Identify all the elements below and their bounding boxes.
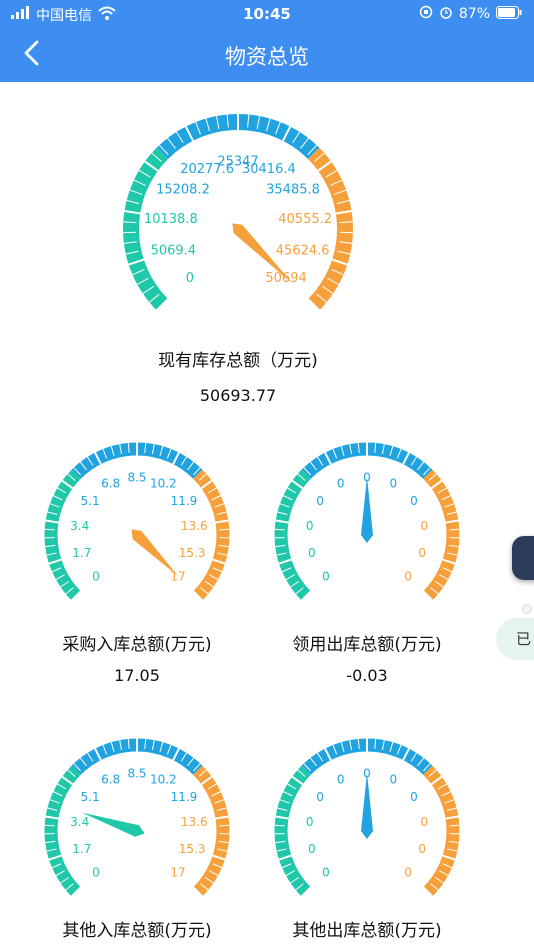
- gauge-tick: [219, 824, 230, 827]
- gauge-tick-label: 0: [92, 865, 100, 879]
- gauge-tick-label: 5069.4: [151, 244, 197, 259]
- gauge-tick-label: 11.9: [171, 790, 198, 804]
- floating-assistant-button[interactable]: [512, 536, 534, 580]
- gauge-band-low: [274, 765, 311, 897]
- gauge-tick-label: 8.5: [127, 470, 146, 484]
- gauge-tick-label: 3.4: [70, 519, 89, 533]
- status-bar: 中国电信 10:45 87%: [0, 0, 534, 28]
- gauge-tick-label: 0: [420, 519, 428, 533]
- gauge-band-low: [123, 147, 169, 311]
- gauge-tick-label: 0: [308, 546, 316, 560]
- gauge-needle: [361, 773, 373, 839]
- gauge-tick-label: 30416.4: [242, 162, 296, 177]
- gauge-tick-label: 8.5: [127, 766, 146, 780]
- page-title: 物资总览: [225, 45, 309, 69]
- gauge-tick-label: 6.8: [101, 773, 120, 787]
- gauge-tick: [449, 824, 460, 827]
- gauge-tick-label: 0: [418, 546, 426, 560]
- gauge-tick-label: 17: [170, 865, 185, 879]
- gauge-tick-label: 40555.2: [278, 212, 332, 227]
- gauge-tick-label: 1.7: [72, 546, 91, 560]
- gauge-tick: [449, 528, 460, 531]
- gauge-tick-label: 0: [92, 569, 100, 583]
- gauge-tick-label: 0: [306, 815, 314, 829]
- gauge-needle: [131, 529, 179, 577]
- gauge-tick: [44, 528, 55, 531]
- gauge-tick-label: 15.3: [179, 546, 206, 560]
- gauge-tick-label: 0: [404, 865, 412, 879]
- gauge-tick-label: 0: [410, 494, 418, 508]
- gauge-band-low: [274, 469, 311, 601]
- gauge-tick-label: 0: [306, 519, 314, 533]
- lock-rotation-icon: [419, 5, 433, 23]
- gauge-tick-label: 0: [322, 569, 330, 583]
- gauge-label: 其他出库总额(万元): [292, 921, 442, 941]
- battery-percent: 87%: [458, 6, 490, 22]
- gauge-tick-label: 0: [410, 790, 418, 804]
- gauge-tick-label: 45624.6: [276, 244, 330, 259]
- gauge-tick-label: 0: [186, 271, 194, 286]
- gauge-tick-label: 35485.8: [266, 183, 320, 198]
- gauge-band-low: [44, 469, 81, 601]
- gauge-other-in: 01.7 3.4 5.16.8 8.5 10.2 11.9 13.6 15.3 17: [44, 738, 230, 898]
- gauge-tick: [274, 824, 285, 827]
- gauge-tick-label: 15.3: [179, 842, 206, 856]
- gauge-value: 50693.77: [199, 386, 277, 405]
- gauge-tick-label: 0: [418, 842, 426, 856]
- gauge-tick-label: 5.1: [81, 494, 100, 508]
- gauge-inventory-total: 05069.410138.815208.220277.62534730416.4…: [123, 114, 353, 312]
- battery-icon: [496, 5, 522, 23]
- gauge-band-high: [423, 765, 460, 897]
- gauge-tick-label: 50694: [265, 271, 306, 286]
- gauge-tick-label: 10.2: [150, 477, 177, 491]
- gauge-tick-label: 10.2: [150, 773, 177, 787]
- gauge-tick: [44, 824, 55, 827]
- gauge-other-out: 00000000000: [274, 738, 460, 898]
- gauge-tick-label: 6.8: [101, 477, 120, 491]
- gauge-tick-label: 11.9: [171, 494, 198, 508]
- floating-indicator-dot: [522, 604, 532, 614]
- gauge-value: 17.05: [114, 666, 160, 685]
- gauge-tick-label: 0: [390, 773, 398, 787]
- gauge-tick-label: 0: [420, 815, 428, 829]
- gauge-value: -0.03: [346, 666, 388, 685]
- nav-bar: 物资总览: [0, 28, 534, 82]
- gauge-tick-label: 13.6: [181, 519, 208, 533]
- gauge-purchase-in: 01.73.45.16.8 8.5 10.211.913.615.317: [44, 442, 230, 602]
- gauge-tick-label: 0: [316, 494, 324, 508]
- gauge-needle: [361, 477, 373, 543]
- gauge-tick-label: 15208.2: [156, 183, 210, 198]
- gauge-requisition-out: 00000000000: [274, 442, 460, 602]
- gauge-tick-label: 0: [337, 773, 345, 787]
- gauge-band-high: [193, 765, 230, 897]
- status-right: 87%: [419, 5, 522, 23]
- gauge-label: 其他入库总额(万元): [62, 921, 212, 941]
- gauge-tick-label: 10138.8: [144, 212, 198, 227]
- gauge-tick-label: 13.6: [181, 815, 208, 829]
- gauge-tick: [274, 528, 285, 531]
- gauge-tick-label: 0: [404, 569, 412, 583]
- gauge-label: 采购入库总额(万元): [62, 635, 212, 655]
- gauge-tick-label: 5.1: [81, 790, 100, 804]
- gauge-tick-label: 1.7: [72, 842, 91, 856]
- gauge-tick-label: 0: [337, 477, 345, 491]
- gauge-label: 领用出库总额(万元): [292, 635, 442, 655]
- gauge-band-high: [307, 147, 353, 311]
- gauge-band-low: [44, 765, 81, 897]
- gauge-band-high: [423, 469, 460, 601]
- gauge-tick-label: 0: [316, 790, 324, 804]
- gauge-tick-label: 0: [308, 842, 316, 856]
- gauge-band-high: [193, 469, 230, 601]
- gauge-tick-label: 0: [322, 865, 330, 879]
- alarm-icon: [439, 5, 453, 23]
- gauge-tick-label: 0: [390, 477, 398, 491]
- gauge-label: 现有库存总额（万元): [158, 351, 318, 371]
- floating-status-tag[interactable]: 已: [496, 618, 534, 660]
- gauge-tick-label: 3.4: [70, 815, 89, 829]
- gauge-needle: [82, 812, 145, 837]
- gauge-tick: [219, 528, 230, 531]
